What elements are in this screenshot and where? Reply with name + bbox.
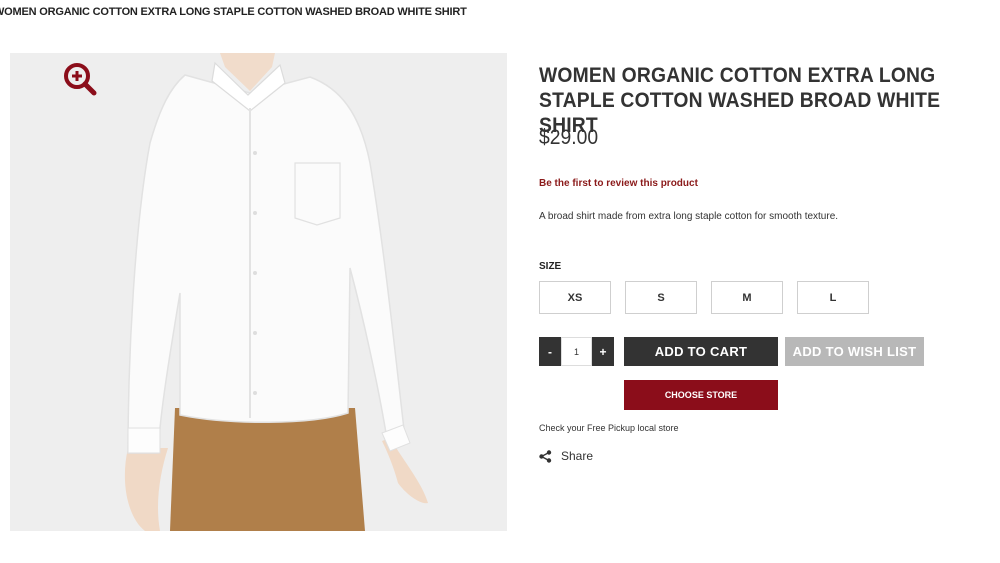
- product-photo: [10, 53, 507, 531]
- share-button[interactable]: Share: [539, 449, 593, 463]
- size-option-s[interactable]: S: [625, 281, 697, 314]
- product-price: $29.00: [539, 126, 599, 149]
- share-label: Share: [561, 449, 594, 463]
- share-icon: [539, 449, 552, 463]
- breadcrumb: WOMEN ORGANIC COTTON EXTRA LONG STAPLE C…: [0, 6, 467, 18]
- size-label: SIZE: [539, 261, 562, 272]
- choose-store-button[interactable]: CHOOSE STORE: [624, 380, 778, 410]
- size-option-m[interactable]: M: [711, 281, 783, 314]
- size-option-l[interactable]: L: [797, 281, 869, 314]
- quantity-increment-button[interactable]: +: [592, 337, 614, 366]
- add-to-wish-list-button[interactable]: ADD TO WISH LIST: [785, 337, 924, 366]
- pickup-info-text: Check your Free Pickup local store: [539, 423, 679, 433]
- product-image[interactable]: [10, 53, 507, 531]
- add-to-cart-button[interactable]: ADD TO CART: [624, 337, 778, 366]
- quantity-stepper: - +: [539, 337, 614, 366]
- product-title: WOMEN ORGANIC COTTON EXTRA LONG STAPLE C…: [539, 64, 941, 137]
- quantity-input[interactable]: [561, 337, 592, 366]
- product-description: A broad shirt made from extra long stapl…: [539, 211, 839, 222]
- zoom-in-icon[interactable]: [63, 62, 97, 96]
- size-selector: XS S M L: [539, 281, 869, 314]
- size-option-xs[interactable]: XS: [539, 281, 611, 314]
- review-link[interactable]: Be the first to review this product: [539, 178, 698, 189]
- quantity-decrement-button[interactable]: -: [539, 337, 561, 366]
